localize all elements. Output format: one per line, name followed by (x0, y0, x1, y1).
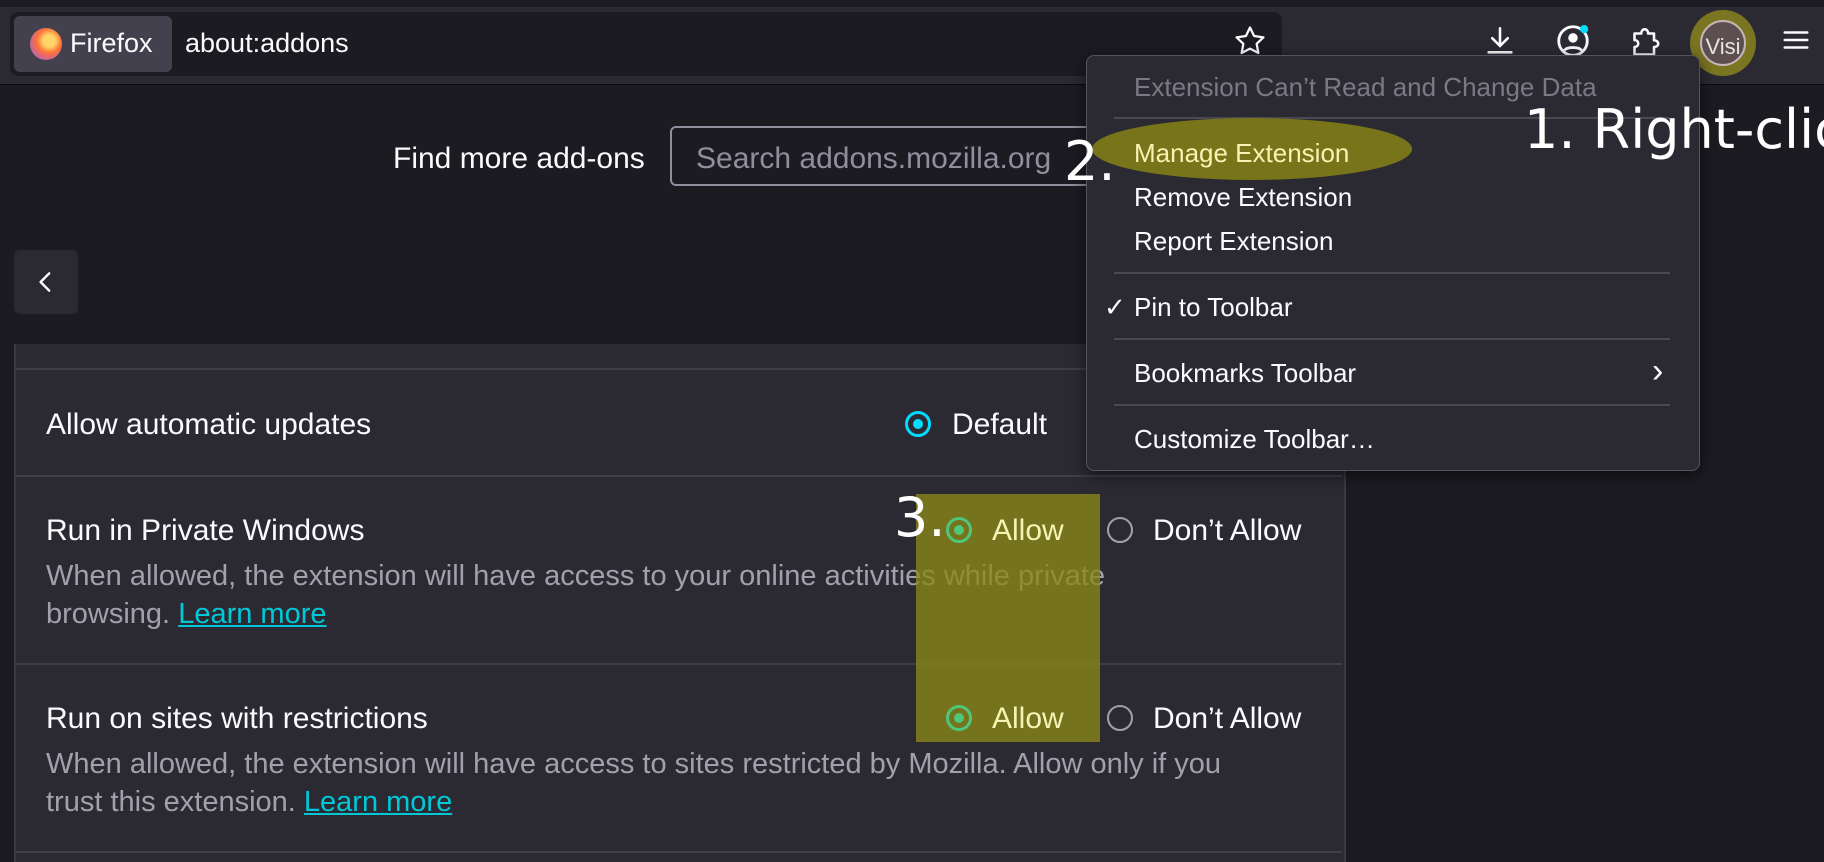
menu-separator (1114, 338, 1670, 340)
menu-item-remove-extension[interactable]: Remove Extension (1134, 182, 1352, 213)
restricted-sites-allow-radio[interactable] (946, 705, 972, 731)
menu-item-customize-toolbar[interactable]: Customize Toolbar… (1134, 424, 1375, 455)
back-button[interactable] (14, 250, 78, 314)
pin-checkmark-icon: ✓ (1104, 292, 1126, 322)
private-windows-dont-allow-radio[interactable] (1107, 517, 1133, 543)
card-divider (16, 475, 1342, 477)
firefox-logo-icon (30, 28, 62, 60)
chevron-right-icon: › (1652, 352, 1664, 390)
private-windows-allow-label[interactable]: Allow (992, 514, 1064, 548)
restricted-sites-description-2: trust this extension. Learn more (46, 783, 452, 821)
private-windows-dont-allow-label[interactable]: Don’t Allow (1153, 514, 1301, 548)
restricted-sites-learn-more-link[interactable]: Learn more (304, 786, 452, 818)
private-windows-allow-radio[interactable] (946, 517, 972, 543)
chevron-left-icon (39, 272, 51, 292)
card-divider (16, 851, 1342, 853)
auto-updates-default-label[interactable]: Default (952, 408, 1047, 442)
addons-search-placeholder: Search addons.mozilla.org (696, 142, 1052, 175)
menu-item-pin-to-toolbar[interactable]: Pin to Toolbar (1134, 292, 1293, 323)
menu-item-bookmarks-toolbar[interactable]: Bookmarks Toolbar (1134, 358, 1356, 389)
restricted-sites-dont-allow-radio[interactable] (1107, 705, 1133, 731)
auto-updates-title: Allow automatic updates (46, 408, 372, 441)
find-more-label: Find more add-ons (393, 142, 645, 175)
step1-annotation: 1. Right-click (1524, 98, 1824, 161)
step2-annotation: 2. (1064, 130, 1116, 193)
url-text[interactable]: about:addons (185, 28, 349, 59)
restricted-sites-title: Run on sites with restrictions (46, 702, 428, 735)
private-windows-learn-more-link[interactable]: Learn more (178, 598, 326, 630)
hamburger-menu-icon[interactable] (1776, 24, 1816, 64)
browser-brand-label: Firefox (70, 28, 153, 58)
step3-annotation: 3. (894, 486, 946, 549)
menu-separator (1114, 404, 1670, 406)
private-windows-title: Run in Private Windows (46, 514, 365, 547)
restricted-sites-dont-allow-label[interactable]: Don’t Allow (1153, 702, 1301, 736)
extension-badge-label: Visi (1705, 34, 1741, 59)
menu-item-report-extension[interactable]: Report Extension (1134, 226, 1333, 257)
menu-item-manage-extension[interactable]: Manage Extension (1134, 138, 1349, 169)
private-windows-description-tail: browsing. (46, 598, 171, 630)
auto-updates-default-radio[interactable] (905, 411, 931, 437)
card-divider (16, 663, 1342, 665)
restricted-sites-allow-label[interactable]: Allow (992, 702, 1064, 736)
private-windows-description-2: browsing. Learn more (46, 595, 327, 633)
tab-strip-edge (0, 0, 1824, 7)
restricted-sites-description: When allowed, the extension will have ac… (46, 748, 1222, 780)
restricted-sites-description-tail: trust this extension. (46, 786, 296, 818)
menu-separator (1114, 272, 1670, 274)
